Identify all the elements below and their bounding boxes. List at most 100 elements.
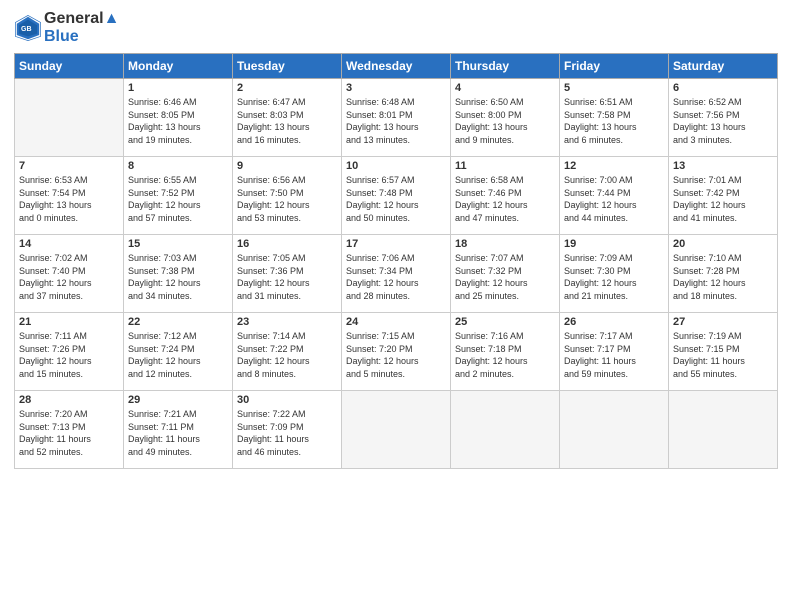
week-row-2: 7 Sunrise: 6:53 AM Sunset: 7:54 PM Daylig… [15, 157, 778, 235]
day-number: 22 [128, 316, 228, 328]
day-info: Sunrise: 7:12 AM Sunset: 7:24 PM Dayligh… [128, 330, 228, 380]
day-number: 21 [19, 316, 119, 328]
day-info: Sunrise: 6:53 AM Sunset: 7:54 PM Dayligh… [19, 174, 119, 224]
calendar-cell: 16 Sunrise: 7:05 AM Sunset: 7:36 PM Dayli… [233, 235, 342, 313]
day-info: Sunrise: 6:57 AM Sunset: 7:48 PM Dayligh… [346, 174, 446, 224]
day-info: Sunrise: 7:15 AM Sunset: 7:20 PM Dayligh… [346, 330, 446, 380]
header-cell-monday: Monday [124, 54, 233, 79]
header-cell-friday: Friday [560, 54, 669, 79]
day-info: Sunrise: 7:07 AM Sunset: 7:32 PM Dayligh… [455, 252, 555, 302]
logo-icon: GB [14, 14, 42, 42]
calendar-cell: 19 Sunrise: 7:09 AM Sunset: 7:30 PM Dayli… [560, 235, 669, 313]
calendar-table: SundayMondayTuesdayWednesdayThursdayFrid… [14, 53, 778, 469]
day-number: 4 [455, 82, 555, 94]
day-info: Sunrise: 7:09 AM Sunset: 7:30 PM Dayligh… [564, 252, 664, 302]
day-info: Sunrise: 6:46 AM Sunset: 8:05 PM Dayligh… [128, 96, 228, 146]
day-info: Sunrise: 7:11 AM Sunset: 7:26 PM Dayligh… [19, 330, 119, 380]
day-info: Sunrise: 7:00 AM Sunset: 7:44 PM Dayligh… [564, 174, 664, 224]
day-info: Sunrise: 6:58 AM Sunset: 7:46 PM Dayligh… [455, 174, 555, 224]
calendar-cell: 22 Sunrise: 7:12 AM Sunset: 7:24 PM Dayli… [124, 313, 233, 391]
calendar-cell: 23 Sunrise: 7:14 AM Sunset: 7:22 PM Dayli… [233, 313, 342, 391]
day-number: 25 [455, 316, 555, 328]
week-row-1: 1Sunrise: 6:46 AM Sunset: 8:05 PM Daylig… [15, 79, 778, 157]
week-row-3: 14 Sunrise: 7:02 AM Sunset: 7:40 PM Dayli… [15, 235, 778, 313]
calendar-cell: 30Sunrise: 7:22 AM Sunset: 7:09 PM Dayli… [233, 391, 342, 469]
day-info: Sunrise: 7:05 AM Sunset: 7:36 PM Dayligh… [237, 252, 337, 302]
calendar-cell: 28Sunrise: 7:20 AM Sunset: 7:13 PM Dayli… [15, 391, 124, 469]
week-row-4: 21 Sunrise: 7:11 AM Sunset: 7:26 PM Dayli… [15, 313, 778, 391]
calendar-cell: 15Sunrise: 7:03 AM Sunset: 7:38 PM Dayli… [124, 235, 233, 313]
calendar-cell [560, 391, 669, 469]
day-number: 19 [564, 238, 664, 250]
day-info: Sunrise: 6:56 AM Sunset: 7:50 PM Dayligh… [237, 174, 337, 224]
calendar-cell: 29Sunrise: 7:21 AM Sunset: 7:11 PM Dayli… [124, 391, 233, 469]
calendar-cell: 9Sunrise: 6:56 AM Sunset: 7:50 PM Daylig… [233, 157, 342, 235]
day-number: 14 [19, 238, 119, 250]
logo: GB General▲ Blue [14, 10, 119, 45]
day-info: Sunrise: 7:03 AM Sunset: 7:38 PM Dayligh… [128, 252, 228, 302]
day-number: 7 [19, 160, 119, 172]
day-number: 17 [346, 238, 446, 250]
calendar-cell: 18 Sunrise: 7:07 AM Sunset: 7:32 PM Dayli… [451, 235, 560, 313]
day-number: 10 [346, 160, 446, 172]
header-cell-saturday: Saturday [669, 54, 778, 79]
calendar-cell: 4 Sunrise: 6:50 AM Sunset: 8:00 PM Daylig… [451, 79, 560, 157]
day-number: 28 [19, 394, 119, 406]
calendar-cell: 10 Sunrise: 6:57 AM Sunset: 7:48 PM Dayli… [342, 157, 451, 235]
day-number: 23 [237, 316, 337, 328]
calendar-cell: 2 Sunrise: 6:47 AM Sunset: 8:03 PM Daylig… [233, 79, 342, 157]
calendar-cell: 14 Sunrise: 7:02 AM Sunset: 7:40 PM Dayli… [15, 235, 124, 313]
header-cell-wednesday: Wednesday [342, 54, 451, 79]
day-info: Sunrise: 7:10 AM Sunset: 7:28 PM Dayligh… [673, 252, 773, 302]
calendar-cell: 21 Sunrise: 7:11 AM Sunset: 7:26 PM Dayli… [15, 313, 124, 391]
header-row: SundayMondayTuesdayWednesdayThursdayFrid… [15, 54, 778, 79]
day-number: 2 [237, 82, 337, 94]
calendar-cell [451, 391, 560, 469]
header: GB General▲ Blue [14, 10, 778, 45]
day-number: 16 [237, 238, 337, 250]
calendar-cell: 11 Sunrise: 6:58 AM Sunset: 7:46 PM Dayli… [451, 157, 560, 235]
day-info: Sunrise: 6:47 AM Sunset: 8:03 PM Dayligh… [237, 96, 337, 146]
calendar-cell [669, 391, 778, 469]
calendar-cell [342, 391, 451, 469]
calendar-cell: 3 Sunrise: 6:48 AM Sunset: 8:01 PM Daylig… [342, 79, 451, 157]
day-info: Sunrise: 7:14 AM Sunset: 7:22 PM Dayligh… [237, 330, 337, 380]
day-number: 30 [237, 394, 337, 406]
calendar-cell: 26Sunrise: 7:17 AM Sunset: 7:17 PM Dayli… [560, 313, 669, 391]
day-info: Sunrise: 7:02 AM Sunset: 7:40 PM Dayligh… [19, 252, 119, 302]
day-info: Sunrise: 6:52 AM Sunset: 7:56 PM Dayligh… [673, 96, 773, 146]
day-info: Sunrise: 6:48 AM Sunset: 8:01 PM Dayligh… [346, 96, 446, 146]
day-info: Sunrise: 7:16 AM Sunset: 7:18 PM Dayligh… [455, 330, 555, 380]
calendar-cell: 6 Sunrise: 6:52 AM Sunset: 7:56 PM Daylig… [669, 79, 778, 157]
day-info: Sunrise: 7:19 AM Sunset: 7:15 PM Dayligh… [673, 330, 773, 380]
header-cell-tuesday: Tuesday [233, 54, 342, 79]
day-info: Sunrise: 7:01 AM Sunset: 7:42 PM Dayligh… [673, 174, 773, 224]
calendar-cell: 20 Sunrise: 7:10 AM Sunset: 7:28 PM Dayli… [669, 235, 778, 313]
calendar-cell: 24 Sunrise: 7:15 AM Sunset: 7:20 PM Dayli… [342, 313, 451, 391]
day-number: 6 [673, 82, 773, 94]
day-number: 12 [564, 160, 664, 172]
day-number: 3 [346, 82, 446, 94]
day-info: Sunrise: 6:50 AM Sunset: 8:00 PM Dayligh… [455, 96, 555, 146]
day-number: 18 [455, 238, 555, 250]
calendar-cell: 1Sunrise: 6:46 AM Sunset: 8:05 PM Daylig… [124, 79, 233, 157]
day-number: 5 [564, 82, 664, 94]
day-info: Sunrise: 6:55 AM Sunset: 7:52 PM Dayligh… [128, 174, 228, 224]
page: GB General▲ Blue SundayMondayTuesdayWedn… [0, 0, 792, 612]
day-number: 24 [346, 316, 446, 328]
day-info: Sunrise: 7:17 AM Sunset: 7:17 PM Dayligh… [564, 330, 664, 380]
header-cell-sunday: Sunday [15, 54, 124, 79]
week-row-5: 28Sunrise: 7:20 AM Sunset: 7:13 PM Dayli… [15, 391, 778, 469]
logo-text: General▲ Blue [44, 10, 119, 45]
calendar-cell: 17 Sunrise: 7:06 AM Sunset: 7:34 PM Dayli… [342, 235, 451, 313]
header-cell-thursday: Thursday [451, 54, 560, 79]
svg-text:GB: GB [21, 25, 32, 32]
day-number: 11 [455, 160, 555, 172]
day-number: 20 [673, 238, 773, 250]
day-info: Sunrise: 7:06 AM Sunset: 7:34 PM Dayligh… [346, 252, 446, 302]
calendar-cell: 25 Sunrise: 7:16 AM Sunset: 7:18 PM Dayli… [451, 313, 560, 391]
day-number: 8 [128, 160, 228, 172]
day-number: 29 [128, 394, 228, 406]
day-info: Sunrise: 6:51 AM Sunset: 7:58 PM Dayligh… [564, 96, 664, 146]
calendar-cell: 7 Sunrise: 6:53 AM Sunset: 7:54 PM Daylig… [15, 157, 124, 235]
